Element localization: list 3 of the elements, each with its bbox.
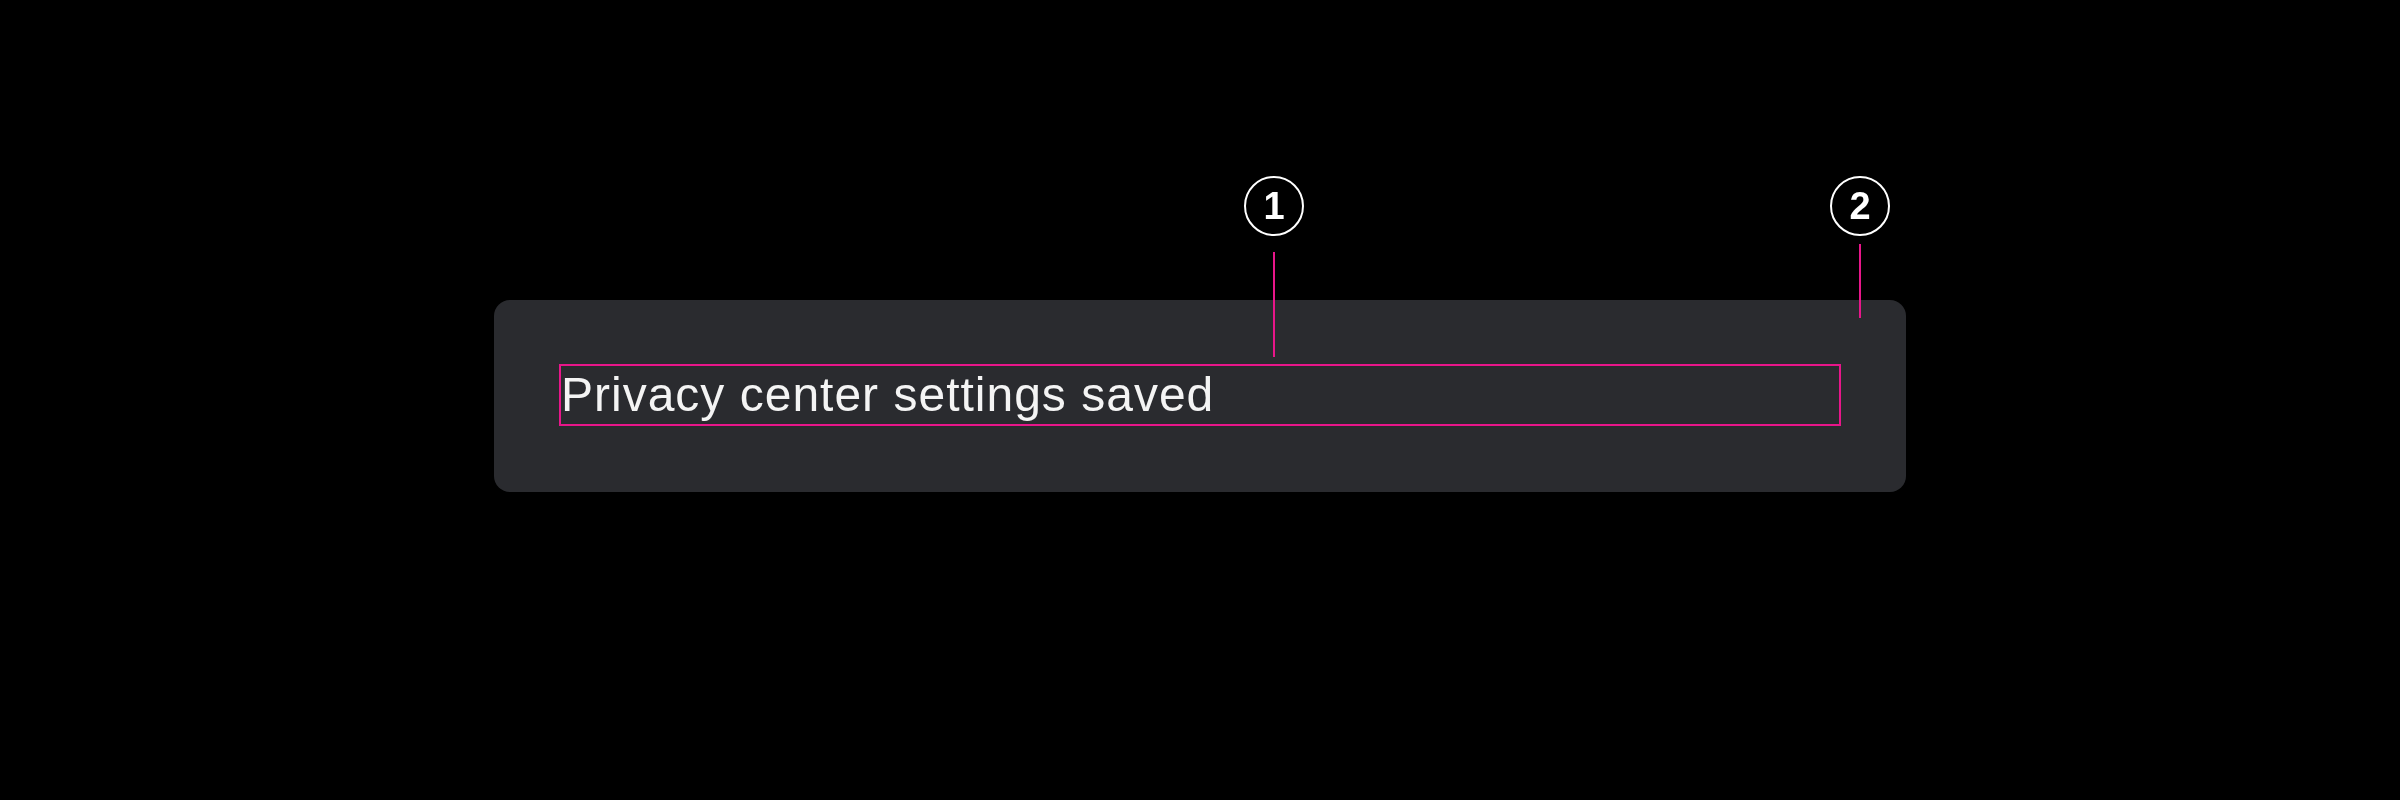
callout-number: 2	[1830, 176, 1890, 236]
snackbar-message: Privacy center settings saved	[561, 371, 1215, 419]
callout-number: 1	[1244, 176, 1304, 236]
